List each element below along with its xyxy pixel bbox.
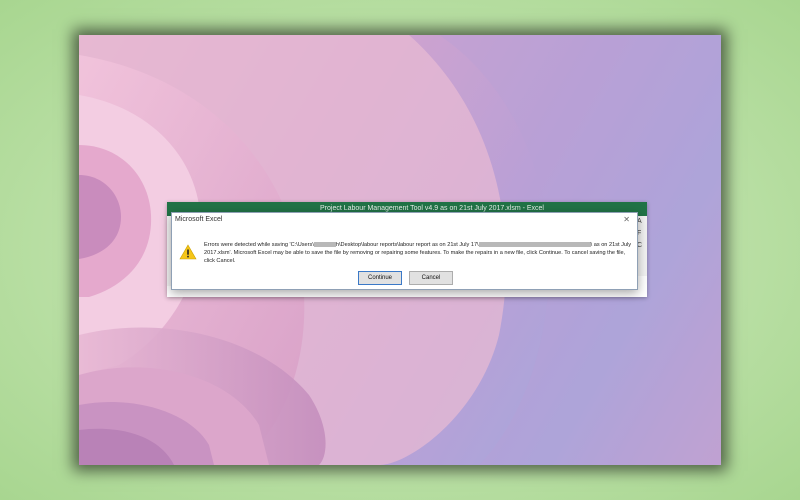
warning-icon — [179, 244, 197, 260]
close-icon[interactable]: ✕ — [623, 215, 630, 224]
cancel-button[interactable]: Cancel — [409, 271, 453, 285]
dialog-title: Microsoft Excel — [175, 216, 223, 223]
redacted-filename — [478, 242, 591, 248]
redacted-username — [313, 242, 336, 248]
error-dialog: Microsoft Excel ✕ Errors were detected w… — [171, 212, 638, 290]
message-part-1: Errors were detected while saving 'C:\Us… — [204, 242, 314, 248]
message-part-2: h\Desktop\labour reports\labour report a… — [335, 242, 479, 248]
dialog-message: Errors were detected while saving 'C:\Us… — [204, 241, 632, 265]
continue-button[interactable]: Continue — [358, 271, 402, 285]
